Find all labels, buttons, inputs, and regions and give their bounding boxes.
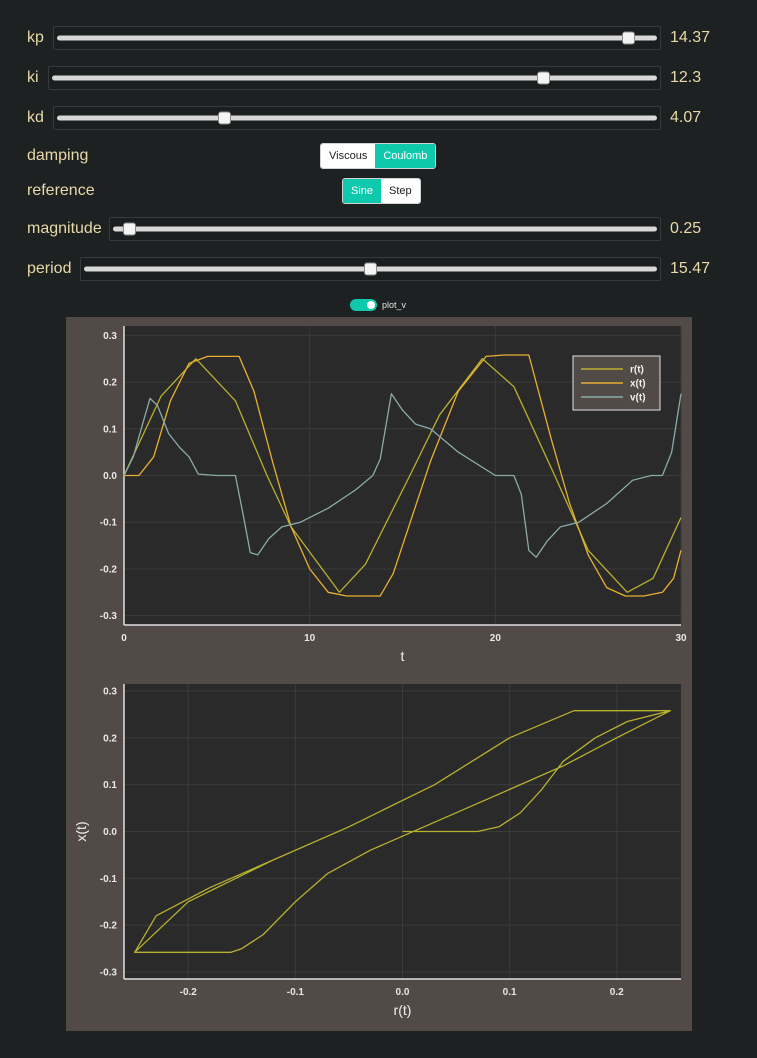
y-tick-label: -0.2	[100, 564, 118, 575]
ki-slider[interactable]	[48, 66, 661, 90]
ki-slider-track	[52, 75, 657, 81]
plot-panel: 0 10 20 30 -0.3 -0.2 -0.1 0.0 0.1 0.2 0.3 t r(t) x(t)…	[66, 317, 692, 1031]
reference-label: reference	[27, 182, 95, 199]
x-tick-label: 0	[121, 633, 127, 644]
magnitude-slider-track	[113, 226, 657, 232]
y-tick-label: -0.3	[100, 611, 118, 622]
switch-knob	[367, 301, 375, 309]
legend-label: r(t)	[630, 365, 644, 376]
x-tick-label: -0.1	[287, 987, 305, 998]
x-tick-label: 0.1	[503, 987, 517, 998]
plot-v-toggle-row: plot_v	[350, 298, 406, 312]
reference-row: reference Sine Step	[0, 171, 757, 211]
slider-row-kd: kd 4.07	[0, 98, 757, 138]
period-slider[interactable]	[80, 257, 661, 281]
legend-label: x(t)	[630, 379, 646, 390]
kd-label: kd	[27, 109, 44, 126]
y-axis-label: x(t)	[73, 821, 89, 841]
x-tick-label: 10	[304, 633, 316, 644]
kd-slider-track	[57, 115, 657, 121]
magnitude-slider[interactable]	[109, 217, 661, 241]
y-tick-label: 0.2	[103, 378, 117, 389]
slider-row-kp: kp 14.37	[0, 18, 757, 58]
damping-option-viscous[interactable]: Viscous	[321, 144, 376, 168]
period-slider-thumb[interactable]	[363, 262, 377, 276]
magnitude-value: 0.25	[670, 220, 702, 237]
y-tick-label: 0.1	[103, 424, 117, 435]
damping-toggle[interactable]: Viscous Coulomb	[320, 143, 437, 169]
x-axis-label: r(t)	[394, 1002, 412, 1018]
reference-option-sine[interactable]: Sine	[343, 179, 382, 203]
kp-value: 14.37	[670, 29, 711, 46]
kp-slider-track	[57, 35, 657, 41]
y-tick-label: 0.0	[103, 827, 117, 838]
x-tick-label: 30	[675, 633, 687, 644]
y-tick-label: 0.3	[103, 687, 117, 698]
slider-row-magnitude: magnitude 0.25	[0, 209, 757, 249]
plot-v-switch[interactable]	[350, 299, 377, 311]
y-tick-label: 0.1	[103, 780, 117, 791]
slider-row-period: period 15.47	[0, 249, 757, 289]
y-tick-label: -0.1	[100, 874, 118, 885]
plot-v-label: plot_v	[382, 300, 407, 310]
x-tick-label: 0.2	[610, 987, 624, 998]
damping-label: damping	[27, 147, 89, 164]
magnitude-label: magnitude	[27, 220, 102, 237]
y-tick-label: -0.1	[100, 518, 118, 529]
ki-label: ki	[27, 69, 39, 86]
kd-value: 4.07	[670, 109, 702, 126]
x-tick-label: 0.0	[396, 987, 410, 998]
x-axis-label: t	[401, 648, 405, 664]
damping-row: damping Viscous Coulomb	[0, 136, 757, 176]
reference-option-step[interactable]: Step	[381, 179, 420, 203]
kd-slider-thumb[interactable]	[218, 111, 232, 125]
y-tick-label: 0.0	[103, 471, 117, 482]
ki-value: 12.3	[670, 69, 702, 86]
y-tick-label: 0.3	[103, 331, 117, 342]
kp-slider[interactable]	[53, 26, 661, 50]
reference-toggle[interactable]: Sine Step	[342, 178, 421, 204]
slider-row-ki: ki 12.3	[0, 58, 757, 98]
kp-label: kp	[27, 29, 44, 46]
period-label: period	[27, 260, 72, 277]
y-tick-label: -0.3	[100, 967, 118, 978]
y-tick-label: 0.2	[103, 733, 117, 744]
damping-option-coulomb[interactable]: Coulomb	[375, 144, 436, 168]
plots-svg: 0 10 20 30 -0.3 -0.2 -0.1 0.0 0.1 0.2 0.3 t r(t) x(t)…	[73, 326, 687, 1018]
kp-slider-thumb[interactable]	[622, 31, 636, 45]
kd-slider[interactable]	[53, 106, 661, 130]
x-tick-label: 20	[490, 633, 502, 644]
legend-label: v(t)	[630, 393, 646, 404]
x-tick-label: -0.2	[180, 987, 198, 998]
magnitude-slider-thumb[interactable]	[123, 222, 137, 236]
ki-slider-thumb[interactable]	[537, 71, 551, 85]
period-value: 15.47	[670, 260, 711, 277]
y-tick-label: -0.2	[100, 921, 118, 932]
